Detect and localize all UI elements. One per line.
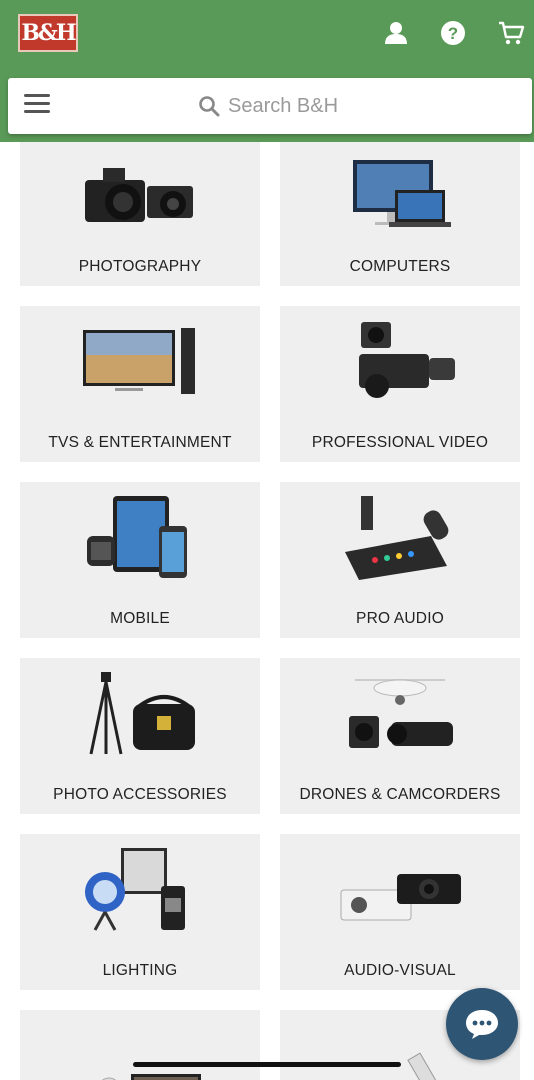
category-label: PROFESSIONAL VIDEO	[311, 434, 489, 451]
category-photography[interactable]: PHOTOGRAPHY	[20, 142, 260, 286]
tripod-icon	[89, 672, 195, 755]
bh-logo[interactable]: B&H	[18, 14, 78, 52]
category-label: LIGHTING	[102, 962, 178, 979]
light-icon	[85, 848, 185, 931]
search-input[interactable]	[228, 94, 448, 118]
search-icon	[199, 96, 220, 117]
security-camera-icon	[101, 1074, 201, 1080]
cart-icon[interactable]	[496, 18, 526, 48]
category-label: PRO AUDIO	[356, 610, 444, 627]
category-label: DRONES & CAMCORDERS	[299, 786, 501, 803]
category-lighting[interactable]: LIGHTING	[20, 834, 260, 990]
drone-icon	[349, 679, 453, 748]
category-label: COMPUTERS	[349, 258, 451, 275]
camera-icon	[85, 168, 193, 222]
category-pro-video[interactable]: PROFESSIONAL VIDEO	[280, 306, 520, 462]
category-label: MOBILE	[110, 610, 170, 627]
hamburger-menu-icon[interactable]	[24, 94, 50, 118]
category-audio-visual[interactable]: AUDIO-VISUAL	[280, 834, 520, 990]
category-computers[interactable]: COMPUTERS	[280, 142, 520, 286]
mobile-icon	[87, 496, 187, 578]
computer-icon	[353, 160, 451, 227]
category-label: PHOTO ACCESSORIES	[53, 786, 227, 803]
projector-icon	[340, 874, 461, 921]
category-pro-audio[interactable]: PRO AUDIO	[280, 482, 520, 638]
category-security[interactable]	[20, 1010, 260, 1080]
search-bar	[8, 78, 532, 134]
category-label: PHOTOGRAPHY	[78, 258, 202, 275]
top-header: B&H ?	[0, 0, 534, 142]
chat-button[interactable]	[446, 988, 518, 1060]
category-mobile[interactable]: MOBILE	[20, 482, 260, 638]
svg-text:?: ?	[448, 24, 458, 43]
home-indicator[interactable]	[133, 1062, 401, 1067]
category-label: TVS & ENTERTAINMENT	[48, 434, 232, 451]
category-tvs[interactable]: TVS & ENTERTAINMENT	[20, 306, 260, 462]
category-label: AUDIO-VISUAL	[344, 962, 456, 979]
search-field[interactable]	[198, 90, 498, 122]
microphone-icon	[345, 496, 449, 580]
help-icon[interactable]: ?	[438, 18, 468, 48]
tv-icon	[83, 328, 195, 394]
binoculars-icon	[407, 1052, 441, 1080]
chat-icon	[466, 1010, 498, 1039]
category-photo-accessories[interactable]: PHOTO ACCESSORIES	[20, 658, 260, 814]
account-icon[interactable]	[381, 18, 411, 48]
category-drones-camcorders[interactable]: DRONES & CAMCORDERS	[280, 658, 520, 814]
video-camera-icon	[359, 322, 455, 398]
